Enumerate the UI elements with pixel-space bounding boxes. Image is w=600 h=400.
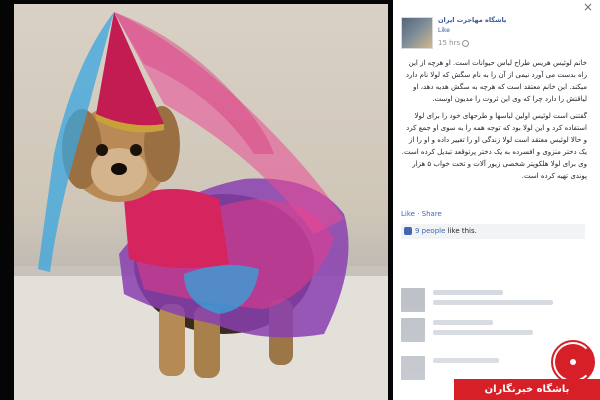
- pink-dress-bodice: [124, 189, 229, 268]
- post-timestamp[interactable]: 15 hrs: [438, 39, 470, 47]
- photo-viewer-stage: [0, 0, 393, 400]
- like-link[interactable]: Like: [401, 210, 415, 218]
- share-link[interactable]: Share: [422, 210, 442, 218]
- author-subtitle[interactable]: Like: [438, 27, 450, 34]
- post-time-text: 15 hrs: [438, 39, 461, 47]
- action-separator: ·: [414, 210, 422, 218]
- post-body: خانم لوئیس هریس طراح لباس حیوانات است. ا…: [401, 57, 587, 187]
- post-paragraph: خانم لوئیس هریس طراح لباس حیوانات است. ا…: [405, 59, 587, 103]
- globe-icon: [462, 39, 470, 47]
- author-avatar[interactable]: [401, 17, 433, 49]
- thumbs-up-icon: [404, 227, 412, 235]
- likes-summary: 9 people like this.: [401, 224, 585, 239]
- dog-nose: [111, 163, 127, 175]
- dog-in-costume-image: [14, 12, 388, 400]
- close-icon[interactable]: ×: [582, 1, 594, 13]
- dog-eye-right: [130, 144, 142, 156]
- likes-count-link[interactable]: 9 people: [415, 227, 445, 235]
- post-paragraph: گفتنی است لوئیس اولین لباسها و طرحهای خو…: [401, 112, 587, 180]
- logo-dot: [570, 359, 576, 365]
- dog-eye-left: [96, 144, 108, 156]
- post-photo[interactable]: [14, 4, 388, 400]
- post-actions: Like · Share: [401, 210, 442, 218]
- author-name-link[interactable]: ياشگاه مهاجرت ايران: [438, 16, 506, 24]
- logo-text: باشگاه خبرنگاران: [454, 379, 600, 400]
- news-agency-watermark: باشگاه خبرنگاران: [454, 326, 600, 400]
- likes-suffix: like this.: [447, 227, 477, 235]
